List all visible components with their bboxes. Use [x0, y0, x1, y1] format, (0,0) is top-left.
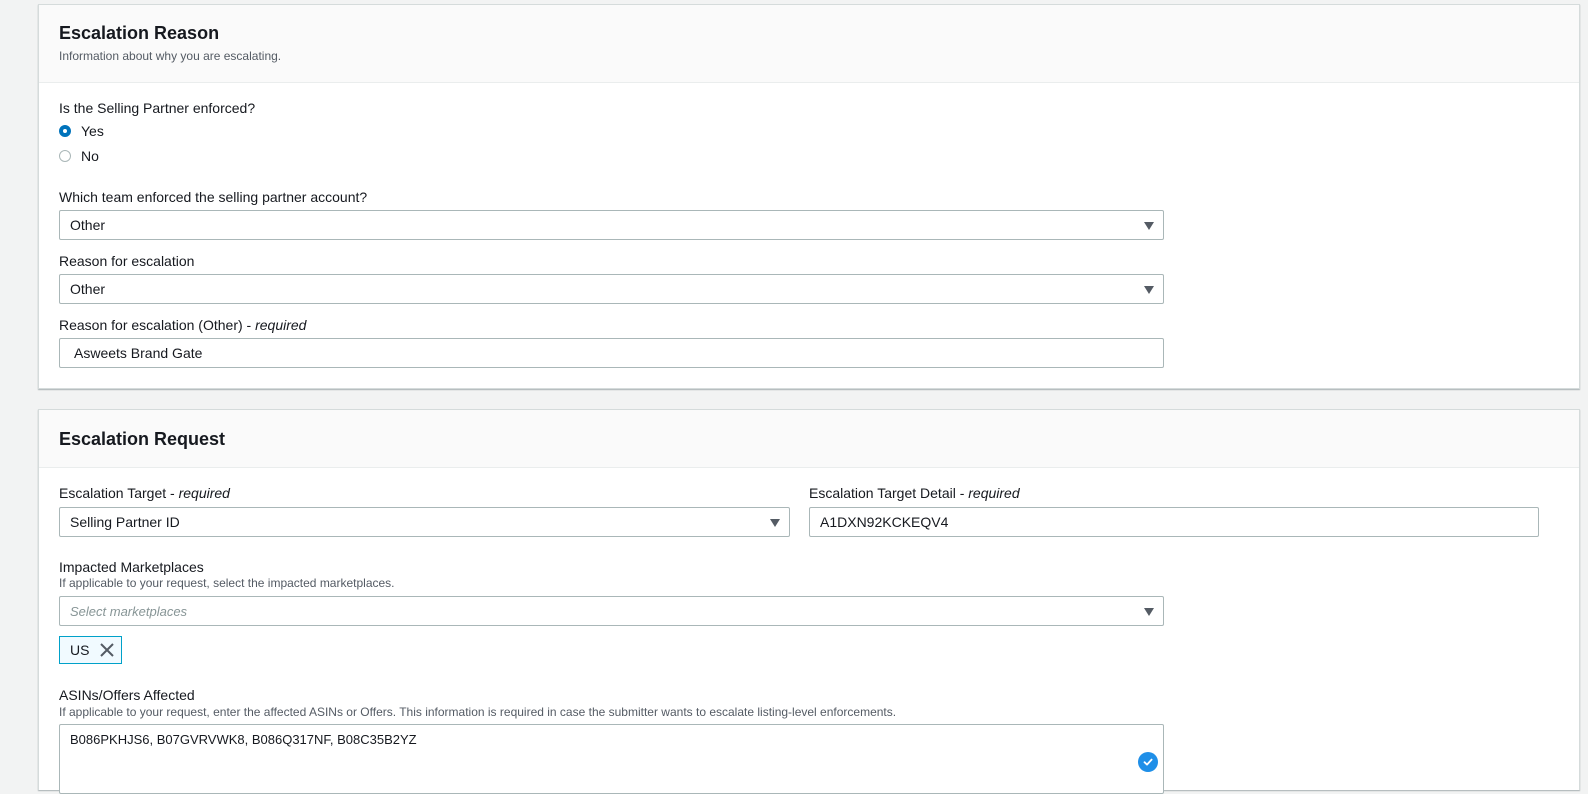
marketplaces-multiselect[interactable]: Select marketplaces	[59, 596, 1164, 626]
marketplace-token-us: US	[59, 636, 123, 664]
escalation-reason-panel: Escalation Reason Information about why …	[38, 4, 1580, 389]
token-label: US	[70, 642, 90, 658]
reason-other-input-value: Asweets Brand Gate	[74, 345, 203, 361]
escalation-reason-header: Escalation Reason Information about why …	[39, 5, 1579, 83]
panel-title: Escalation Reason	[59, 23, 220, 43]
radio-no-label: No	[81, 148, 99, 164]
reason-select-value: Other	[70, 281, 106, 297]
panel-title: Escalation Request	[59, 429, 226, 449]
escalation-request-panel: Escalation Request Escalation Target - r…	[38, 409, 1580, 794]
target-label-text: Escalation Target -	[59, 485, 179, 501]
reason-select[interactable]: Other	[59, 274, 1164, 304]
reason-other-input[interactable]: Asweets Brand Gate	[59, 338, 1164, 368]
target-select-value: Selling Partner ID	[70, 514, 180, 530]
caret-down-icon	[1144, 222, 1154, 230]
reason-label: Reason for escalation	[59, 253, 195, 269]
required-marker: required	[178, 485, 230, 501]
radio-option-yes[interactable]: Yes	[59, 123, 104, 139]
radio-yes-circle[interactable]	[59, 125, 71, 137]
required-marker: required	[968, 485, 1020, 501]
caret-down-icon	[1144, 608, 1154, 616]
caret-down-icon	[1144, 286, 1154, 294]
marketplaces-hint: If applicable to your request, select th…	[59, 576, 395, 590]
enforced-question-label: Is the Selling Partner enforced?	[59, 100, 256, 116]
check-icon	[1138, 752, 1158, 772]
asins-textarea[interactable]: B086PKHJS6, B07GVRVWK8, B086Q317NF, B08C…	[59, 724, 1164, 794]
panel-description: Information about why you are escalating…	[59, 49, 282, 63]
asins-textarea-value: B086PKHJS6, B07GVRVWK8, B086Q317NF, B08C…	[70, 732, 417, 747]
target-detail-label-text: Escalation Target Detail -	[809, 485, 969, 501]
caret-down-icon	[770, 519, 780, 527]
target-label: Escalation Target - required	[59, 484, 230, 502]
team-select[interactable]: Other	[59, 210, 1164, 240]
radio-no-circle[interactable]	[59, 150, 71, 162]
target-select[interactable]: Selling Partner ID	[59, 507, 790, 537]
remove-token-icon[interactable]	[99, 642, 115, 658]
asins-label: ASINs/Offers Affected	[59, 687, 195, 703]
reason-other-label: Reason for escalation (Other) - required	[59, 316, 306, 334]
marketplaces-label: Impacted Marketplaces	[59, 559, 204, 575]
radio-option-no[interactable]: No	[59, 148, 99, 164]
target-detail-input[interactable]: A1DXN92KCKEQV4	[809, 507, 1539, 537]
target-detail-input-value: A1DXN92KCKEQV4	[820, 514, 949, 530]
marketplaces-placeholder: Select marketplaces	[70, 604, 188, 619]
escalation-request-header: Escalation Request	[39, 410, 1579, 468]
reason-other-label-text: Reason for escalation (Other) -	[59, 317, 256, 333]
target-detail-label: Escalation Target Detail - required	[809, 484, 1020, 502]
required-marker: required	[255, 317, 307, 333]
team-select-value: Other	[70, 217, 106, 233]
radio-yes-label: Yes	[81, 123, 104, 139]
team-label: Which team enforced the selling partner …	[59, 189, 368, 205]
asins-hint: If applicable to your request, enter the…	[59, 705, 897, 719]
